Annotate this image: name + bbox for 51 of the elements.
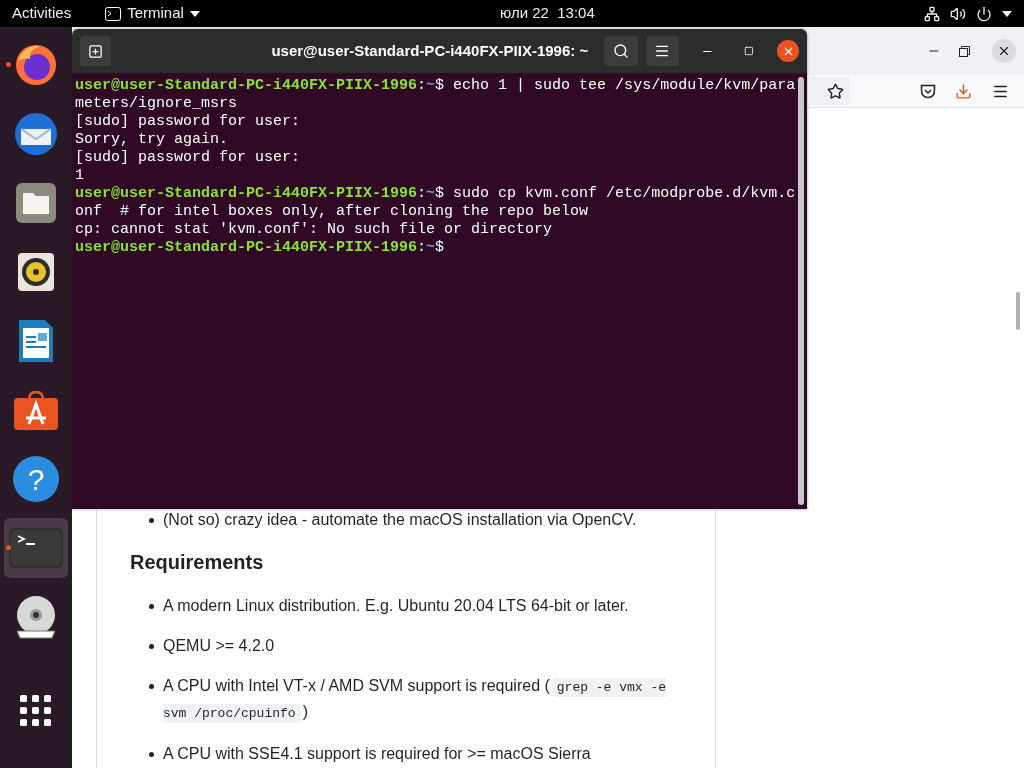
list-item: A modern Linux distribution. E.g. Ubuntu 20.04 LTS 64-bit or later. xyxy=(163,596,630,616)
network-icon[interactable] xyxy=(924,5,940,22)
command-line: user@user-Standard-PC-i440FX-PIIX-1996:~$ xyxy=(75,239,446,257)
folder-icon xyxy=(14,181,58,225)
list-item: A CPU with Intel VT-x / AMD SVM support is required ( grep -e vmx -e svm /proc/cpuinfo ) xyxy=(163,676,668,725)
close-icon xyxy=(997,44,1011,58)
command-line: user@user-Standard-PC-i440FX-PIIX-1996:~$ echo 1 | sudo tee /sys/module/kvm/parameters/ignore_msrs xyxy=(75,77,797,113)
address-field[interactable] xyxy=(810,77,850,105)
scrollbar-thumb[interactable] xyxy=(798,77,804,505)
disc-icon xyxy=(14,595,58,639)
list-item: QEMU >= 4.2.0 xyxy=(163,636,276,656)
output-text: [sudo] password for user: xyxy=(75,113,301,130)
new-tab-icon xyxy=(88,43,104,59)
search-icon xyxy=(612,43,629,59)
menu-icon xyxy=(654,43,671,59)
output-text: cp: cannot stat 'kvm.conf': No such file or directory xyxy=(75,221,553,238)
firefox-icon xyxy=(14,43,58,87)
caret-icon[interactable] xyxy=(1002,10,1012,17)
output-text: [sudo] password for user: xyxy=(75,149,301,166)
window-title: user@user-Standard-PC-i440FX-PIIX-1996: ~ xyxy=(271,40,589,61)
volume-icon[interactable] xyxy=(950,5,966,22)
app-grid-icon xyxy=(20,695,52,727)
scrollbar-thumb[interactable] xyxy=(1016,292,1020,330)
close-button[interactable] xyxy=(777,40,800,62)
help-icon: ? xyxy=(13,456,59,502)
caret-icon xyxy=(189,10,200,17)
new-tab-button[interactable] xyxy=(80,36,112,66)
maximize-icon[interactable] xyxy=(743,46,754,56)
pocket-icon[interactable] xyxy=(920,83,936,99)
list-item: (Not so) crazy idea - automate the macOS installation via OpenCV. xyxy=(163,510,637,530)
bookmark-star-icon[interactable] xyxy=(827,82,844,100)
dock-item[interactable]: ? xyxy=(4,449,68,509)
terminal-icon xyxy=(105,6,122,21)
activities-button[interactable]: Activities xyxy=(12,2,72,25)
document-icon xyxy=(17,318,55,364)
search-button[interactable] xyxy=(604,36,638,66)
download-icon[interactable] xyxy=(955,82,972,100)
speaker-icon xyxy=(17,252,55,292)
section-heading: Requirements xyxy=(130,550,265,575)
close-button[interactable] xyxy=(992,39,1016,63)
power-icon[interactable] xyxy=(976,5,992,22)
shopping-bag-icon xyxy=(13,390,59,430)
app-menu[interactable]: Terminal xyxy=(105,2,200,25)
list-item: A CPU with SSE4.1 support is required for >= macOS Sierra xyxy=(163,744,592,764)
terminal-icon xyxy=(9,528,63,568)
restore-icon[interactable] xyxy=(959,45,970,57)
mail-icon xyxy=(13,111,59,157)
output-text: 1 xyxy=(75,167,84,184)
output-text: Sorry, try again. xyxy=(75,131,229,148)
clock[interactable]: юли 22 13:04 xyxy=(500,2,595,25)
menu-button[interactable] xyxy=(645,36,679,66)
